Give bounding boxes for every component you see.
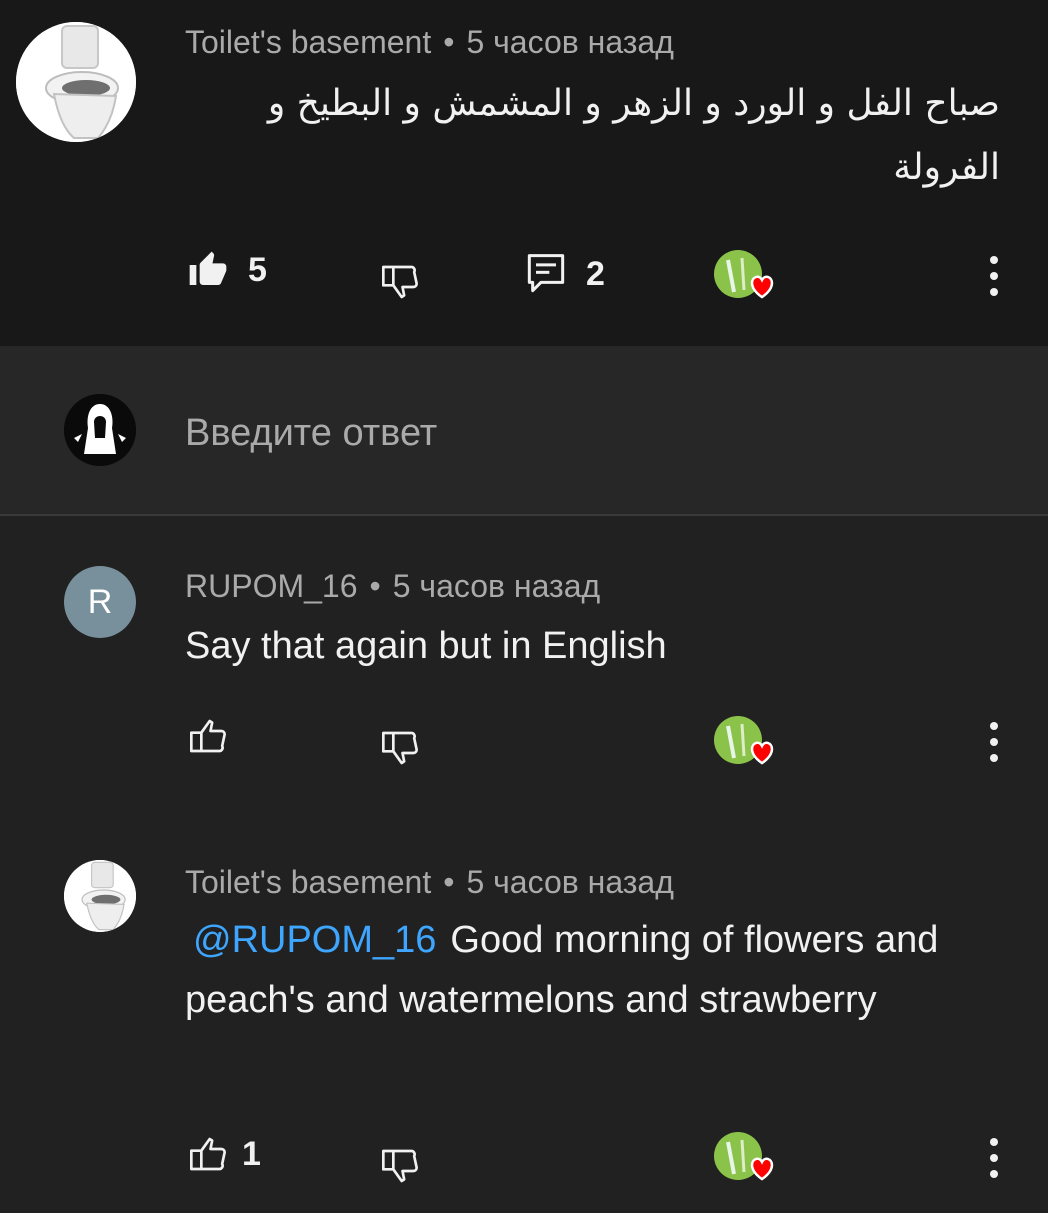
comment-thread-1: Toilet's basement • 5 часов назад صباح الف… xyxy=(0,0,1048,346)
timestamp[interactable]: 5 часов назад xyxy=(466,24,673,60)
avatar[interactable] xyxy=(16,22,136,142)
avatar[interactable]: R xyxy=(64,566,136,638)
comment-text: Say that again but in English xyxy=(185,625,667,667)
like-button[interactable]: 1 xyxy=(188,1134,261,1174)
comment-meta: RUPOM_16 • 5 часов назад xyxy=(185,568,600,605)
reply-input-area: Введите ответ xyxy=(0,346,1048,516)
like-count: 1 xyxy=(242,1134,261,1173)
meta-separator: • xyxy=(443,864,455,900)
dislike-button[interactable] xyxy=(380,728,420,768)
own-avatar[interactable] xyxy=(64,394,136,466)
comments-page: Toilet's basement • 5 часов назад صباح الف… xyxy=(0,0,1048,1213)
creator-heart-icon xyxy=(714,250,774,299)
reply-count: 2 xyxy=(586,254,605,293)
like-button[interactable] xyxy=(188,716,228,756)
dislike-button[interactable] xyxy=(380,262,420,302)
comment-meta: Toilet's basement • 5 часов назад xyxy=(185,864,674,901)
comment-text: @RUPOM_16 Good morning of flowers and pea… xyxy=(185,910,985,1030)
comment-reply-1: R RUPOM_16 • 5 часов назад Say that again … xyxy=(0,518,1048,818)
thumbs-down-outline-icon xyxy=(382,731,418,765)
dislike-button[interactable] xyxy=(380,1146,420,1186)
thumbs-up-filled-icon xyxy=(189,251,227,285)
toilet-avatar-icon xyxy=(64,860,136,932)
avatar-letter: R xyxy=(87,582,113,621)
timestamp[interactable]: 5 часов назад xyxy=(466,864,673,900)
comment-reply-2: Toilet's basement • 5 часов назад @RUPOM_1… xyxy=(0,818,1048,1213)
thumbs-down-outline-icon xyxy=(382,1149,418,1183)
creator-heart-icon xyxy=(714,716,774,765)
meta-separator: • xyxy=(369,568,381,604)
thumbs-down-outline-icon xyxy=(382,265,418,299)
more-options-icon[interactable] xyxy=(988,256,1000,296)
reply-button[interactable]: 2 xyxy=(526,252,605,296)
comment-text: صباح الفل و الورد و الزهر و المشمش و الب… xyxy=(267,83,1000,188)
reply-input[interactable]: Введите ответ xyxy=(185,412,437,455)
like-button[interactable]: 5 xyxy=(188,250,267,290)
timestamp[interactable]: 5 часов назад xyxy=(393,568,600,604)
meta-separator: • xyxy=(443,24,455,60)
user-mention-link[interactable]: @RUPOM_16 xyxy=(193,919,436,961)
author-name[interactable]: Toilet's basement xyxy=(185,24,431,60)
like-count: 5 xyxy=(248,250,267,289)
comment-icon xyxy=(527,254,565,293)
thumbs-up-outline-icon xyxy=(190,719,227,753)
author-name[interactable]: Toilet's basement xyxy=(185,864,431,900)
creator-heart-icon xyxy=(714,1132,774,1181)
avatar[interactable] xyxy=(64,860,136,932)
more-options-icon[interactable] xyxy=(988,722,1000,762)
toilet-avatar-icon xyxy=(16,22,136,142)
thumbs-up-outline-icon xyxy=(190,1137,227,1171)
comment-meta: Toilet's basement • 5 часов назад xyxy=(185,24,674,61)
more-options-icon[interactable] xyxy=(988,1138,1000,1178)
hooded-figure-avatar-icon xyxy=(64,394,136,466)
author-name[interactable]: RUPOM_16 xyxy=(185,568,358,604)
